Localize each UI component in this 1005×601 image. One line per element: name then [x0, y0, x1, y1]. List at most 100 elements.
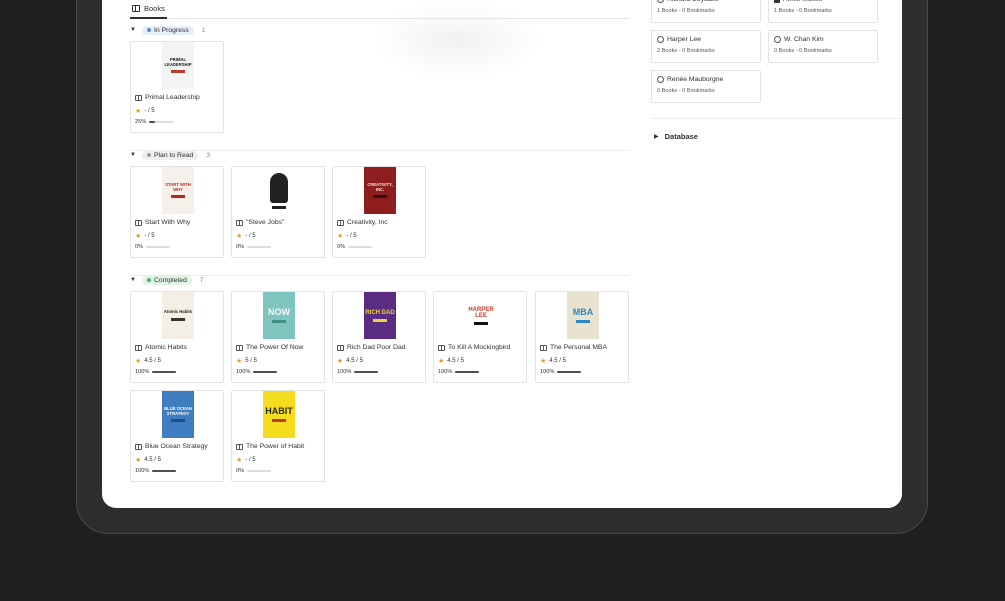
book-card[interactable]: HARPER LEE To Kill A Mockingbird ★ 4.5 / 51… [433, 291, 527, 383]
book-cover: BLUE OCEAN STRATEGY [162, 391, 194, 438]
star-icon: ★ [438, 358, 445, 365]
person-icon [657, 36, 664, 43]
cover-accent [171, 194, 185, 198]
author-name: Harper Lee [657, 36, 701, 43]
collapse-caret-icon[interactable]: ▼ [130, 27, 138, 33]
star-icon: ★ [236, 457, 243, 464]
status-dot [147, 278, 151, 282]
person-icon [774, 36, 781, 43]
book-progress: 100% [337, 369, 379, 375]
rating-text: 5 / 5 [245, 358, 257, 364]
cover-text: HABIT [265, 406, 293, 416]
book-card[interactable]: START WITH WHY Start With Why ★ - / 5 0% [130, 166, 224, 258]
database-toggle[interactable]: ▶ Database [654, 132, 698, 141]
book-rating: ★ 5 / 5 [236, 357, 257, 365]
book-title: Primal Leadership [135, 94, 200, 101]
book-card[interactable]: RICH DAD Rich Dad Poor Dad ★ 4.5 / 5 100% [332, 291, 426, 383]
book-icon [135, 344, 142, 351]
book-card[interactable]: "Steve Jobs" ★ - / 5 0% [231, 166, 325, 258]
progress-bar [557, 371, 582, 373]
status-badge: Completed [142, 275, 192, 285]
book-rating: ★ 4.5 / 5 [337, 357, 363, 365]
group-header[interactable]: ▼ In Progress 1 [130, 24, 206, 36]
cover-text: BLUE OCEAN STRATEGY [164, 406, 192, 416]
status-label: In Progress [154, 26, 189, 34]
author-name-text: Renée Mauborgne [667, 76, 724, 83]
book-rating: ★ - / 5 [236, 456, 256, 464]
star-icon: ★ [337, 358, 344, 365]
collapse-caret-icon[interactable]: ▼ [130, 277, 138, 283]
cover-text: MBA [572, 307, 594, 317]
author-card[interactable]: Renée Mauborgne 0 Books - 0 Bookmarks [651, 70, 761, 103]
cover-area: MBA [536, 292, 628, 339]
book-rating: ★ - / 5 [135, 232, 155, 240]
author-card[interactable]: Harper Lee 2 Books - 0 Bookmarks [651, 30, 761, 63]
book-card[interactable]: MBA The Personal MBA ★ 4.5 / 5 100% [535, 291, 629, 383]
book-icon [135, 443, 142, 450]
star-icon: ★ [236, 233, 243, 240]
rating-text: - / 5 [144, 108, 155, 114]
status-label: Completed [154, 276, 187, 284]
book-card[interactable]: Atomic Habits Atomic Habits ★ 4.5 / 5 100% [130, 291, 224, 383]
progress-fill [149, 121, 156, 123]
author-meta: 1 Books - 0 Bookmarks [774, 8, 832, 14]
author-meta: 1 Books - 0 Bookmarks [657, 8, 715, 14]
book-progress: 0% [236, 468, 272, 474]
author-card[interactable]: Richard Boyatzis 1 Books - 0 Bookmarks [651, 0, 761, 23]
group-header[interactable]: ▼ Completed 7 [130, 274, 204, 286]
rating-text: - / 5 [245, 233, 256, 239]
book-card[interactable]: BLUE OCEAN STRATEGY Blue Ocean Strategy ★ 4… [130, 390, 224, 482]
cover-text: CREATIVITY, INC. [367, 182, 393, 192]
book-card[interactable]: NOW The Power Of Now ★ 5 / 5 100% [231, 291, 325, 383]
book-card[interactable]: HABIT The Power of Habit ★ - / 5 0% [231, 390, 325, 482]
book-title: The Power Of Now [236, 344, 303, 351]
book-rating: ★ 4.5 / 5 [135, 357, 161, 365]
progress-text: 100% [236, 369, 251, 375]
cover-area: START WITH WHY [131, 167, 223, 214]
cover-accent [272, 320, 286, 323]
progress-text: 100% [540, 369, 555, 375]
book-progress: 100% [540, 369, 582, 375]
progress-text: 100% [135, 468, 150, 474]
cover-text: PRIMAL LEADERSHIP [164, 57, 192, 67]
person-icon [657, 76, 664, 83]
author-card[interactable]: W. Chan Kim 0 Books - 0 Bookmarks [768, 30, 878, 63]
author-name-text: Richard Boyatzis [667, 0, 718, 3]
cover-area: BLUE OCEAN STRATEGY [131, 391, 223, 438]
rating-text: 4.5 / 5 [549, 358, 566, 364]
progress-bar [152, 371, 177, 373]
cover-accent [474, 321, 488, 325]
book-cover: MBA [567, 292, 599, 339]
book-title-text: To Kill A Mockingbird [448, 344, 511, 351]
author-name: Richard Boyatzis [657, 0, 718, 3]
group-count: 3 [206, 151, 211, 159]
book-icon [337, 344, 344, 351]
author-name: W. Chan Kim [774, 36, 824, 43]
tab-books[interactable]: Books [130, 0, 167, 19]
book-rating: ★ - / 5 [337, 232, 357, 240]
book-cover: HABIT [263, 391, 295, 438]
book-icon [135, 94, 142, 101]
book-icon [135, 219, 142, 226]
book-icon [337, 219, 344, 226]
book-card[interactable]: CREATIVITY, INC. Creativity, Inc ★ - / 5 0% [332, 166, 426, 258]
cover-accent [373, 318, 387, 322]
progress-text: 25% [135, 119, 147, 125]
group-header[interactable]: ▼ Plan to Read 3 [130, 149, 210, 161]
person-icon [657, 0, 664, 3]
book-title: Blue Ocean Strategy [135, 443, 208, 450]
book-cover: CREATIVITY, INC. [364, 167, 396, 214]
cover-area: Atomic Habits [131, 292, 223, 339]
book-title-text: Blue Ocean Strategy [145, 443, 208, 450]
author-card[interactable]: Annie Mckee 1 Books - 0 Bookmarks [768, 0, 878, 23]
book-cover: HARPER LEE [465, 292, 497, 339]
cover-accent [171, 69, 185, 73]
book-card[interactable]: PRIMAL LEADERSHIP Primal Leadership ★ - / 5… [130, 41, 224, 133]
book-title-text: Primal Leadership [145, 94, 200, 101]
collapse-caret-icon[interactable]: ▼ [130, 152, 138, 158]
book-cover: PRIMAL LEADERSHIP [162, 42, 194, 89]
progress-bar [149, 121, 174, 123]
rating-text: - / 5 [144, 233, 155, 239]
author-meta: 2 Books - 0 Bookmarks [657, 48, 715, 54]
cover-accent [272, 205, 286, 209]
